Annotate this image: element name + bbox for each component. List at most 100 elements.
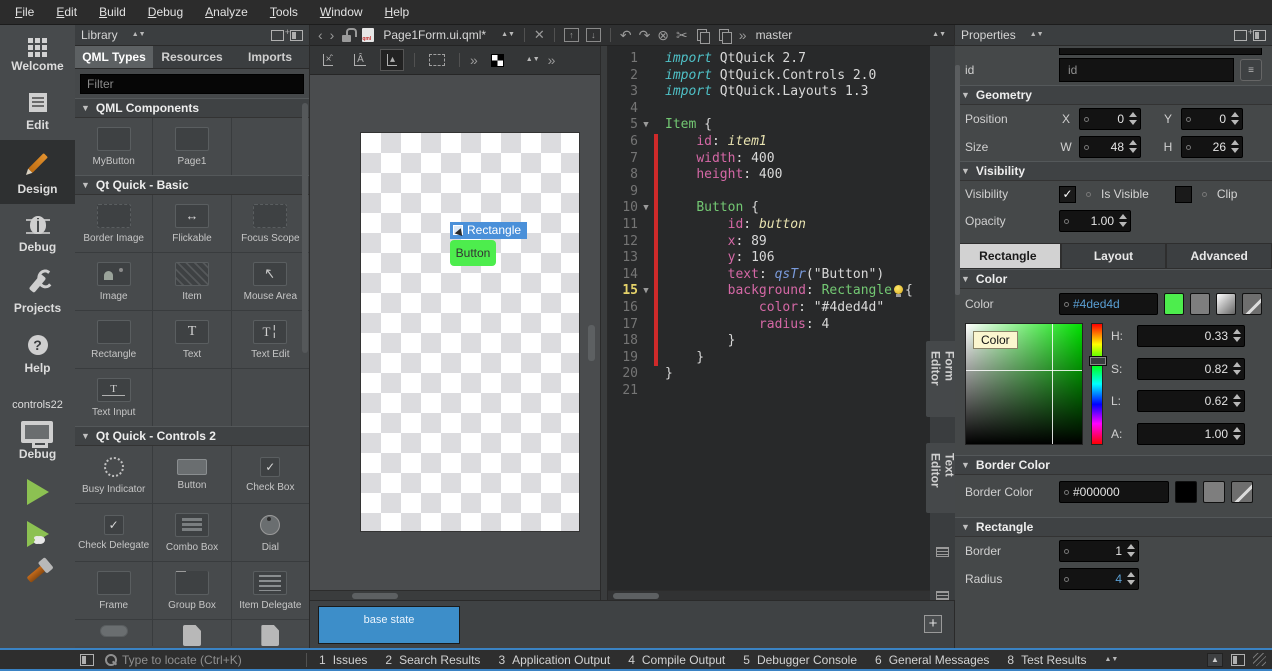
library-item-clipped[interactable] bbox=[153, 620, 230, 646]
form-horizontal-scrollbar[interactable] bbox=[310, 590, 600, 600]
color-swatch[interactable] bbox=[1164, 293, 1184, 315]
code-line[interactable]: 16 color: "#4ded4d" bbox=[608, 300, 930, 317]
library-item-busy-indicator[interactable]: Busy Indicator bbox=[75, 446, 152, 503]
tab-advanced[interactable]: Advanced bbox=[1166, 243, 1272, 269]
library-item-check-delegate[interactable]: Check Delegate bbox=[75, 504, 152, 561]
hue-slider-handle[interactable] bbox=[1089, 356, 1107, 366]
library-item-rectangle[interactable]: Rectangle bbox=[75, 311, 152, 368]
library-item-focus-scope[interactable]: Focus Scope bbox=[232, 195, 309, 252]
library-scrollbar[interactable] bbox=[302, 103, 308, 353]
code-line[interactable]: 8 height: 400 bbox=[608, 167, 930, 184]
output-pane-issues[interactable]: 1Issues bbox=[319, 653, 367, 667]
canvas-background-button[interactable] bbox=[486, 49, 510, 71]
code-line[interactable]: 4 bbox=[608, 101, 930, 118]
library-tab-resources[interactable]: Resources bbox=[153, 46, 231, 68]
library-item-combo-box[interactable]: Combo Box bbox=[153, 504, 230, 561]
clip-checkbox[interactable] bbox=[1175, 186, 1192, 203]
run-button[interactable] bbox=[27, 479, 49, 505]
id-options-button[interactable]: ≡ bbox=[1240, 59, 1262, 81]
library-item-check-box[interactable]: Check Box bbox=[232, 446, 309, 503]
show-bounding-rects-button[interactable] bbox=[425, 49, 449, 71]
goto-prev-icon[interactable]: ↑ bbox=[564, 28, 579, 42]
copy-icon[interactable] bbox=[695, 28, 710, 43]
editor-splitter[interactable] bbox=[600, 46, 608, 600]
border-transparent-mode-button[interactable] bbox=[1231, 481, 1253, 503]
output-pane-compile-output[interactable]: 4Compile Output bbox=[628, 653, 725, 667]
library-item-item-delegate[interactable]: Item Delegate bbox=[232, 562, 309, 619]
code-line[interactable]: 20} bbox=[608, 366, 930, 383]
position-x-spinbox[interactable]: 0 bbox=[1079, 108, 1141, 130]
document-mini-icon[interactable] bbox=[936, 591, 949, 600]
code-line[interactable]: 11 id: button bbox=[608, 217, 930, 234]
library-filter-input[interactable] bbox=[80, 74, 304, 94]
zoom-select-icon[interactable]: ▲▼ bbox=[526, 58, 540, 62]
tab-layout[interactable]: Layout bbox=[1061, 243, 1167, 269]
output-pane-debugger-console[interactable]: 5Debugger Console bbox=[743, 653, 857, 667]
locator[interactable] bbox=[104, 653, 294, 667]
properties-close-icon[interactable] bbox=[1253, 30, 1266, 41]
nav-back-icon[interactable]: ‹ bbox=[318, 26, 323, 44]
color-hex-input[interactable]: #4ded4d bbox=[1059, 293, 1158, 315]
library-item-text-input[interactable]: Text Input bbox=[75, 369, 152, 426]
close-document-icon[interactable]: ✕ bbox=[534, 26, 545, 44]
code-line[interactable]: 12 x: 89 bbox=[608, 234, 930, 251]
menu-edit[interactable]: Edit bbox=[45, 0, 88, 24]
window-resize-grip[interactable] bbox=[1253, 653, 1266, 666]
redo-icon[interactable]: ↷ bbox=[639, 26, 651, 44]
code-line[interactable]: 14 text: qsTr("Button") bbox=[608, 267, 930, 284]
saturation-lightness-picker[interactable]: Color bbox=[965, 323, 1083, 445]
code-line[interactable]: 21 bbox=[608, 383, 930, 400]
section-header-qt-quick-basic[interactable]: ▼Qt Quick - Basic bbox=[75, 175, 309, 195]
cut-icon[interactable]: ✂ bbox=[676, 26, 688, 44]
properties-scrollbar[interactable] bbox=[955, 65, 960, 295]
output-pane-general-messages[interactable]: 6General Messages bbox=[875, 653, 989, 667]
code-horizontal-scrollbar[interactable] bbox=[608, 590, 930, 600]
mode-edit[interactable]: Edit bbox=[0, 81, 75, 140]
library-tab-imports[interactable]: Imports bbox=[231, 46, 309, 68]
base-state-tile[interactable]: base state bbox=[318, 606, 460, 644]
code-line[interactable]: 15▼ background: Rectangle{ bbox=[608, 283, 930, 300]
code-line[interactable]: 17 radius: 4 bbox=[608, 317, 930, 334]
solid-color-mode-button[interactable] bbox=[1190, 293, 1210, 315]
library-item-button[interactable]: Button bbox=[153, 446, 230, 503]
menu-analyze[interactable]: Analyze bbox=[194, 0, 259, 24]
section-header-qml-components[interactable]: ▼QML Components bbox=[75, 98, 309, 118]
git-branch-label[interactable]: master bbox=[756, 28, 793, 42]
code-line[interactable]: 6 id: item1 bbox=[608, 134, 930, 151]
library-item-border-image[interactable]: Border Image bbox=[75, 195, 152, 252]
border-spinbox[interactable]: 1 bbox=[1059, 540, 1139, 562]
output-pane-test-results[interactable]: 8Test Results bbox=[1007, 653, 1086, 667]
undo-icon[interactable]: ↶ bbox=[620, 26, 632, 44]
fold-marker-icon[interactable]: ▼ bbox=[638, 283, 654, 300]
toolbar-overflow-icon[interactable]: » bbox=[739, 26, 747, 44]
mode-help[interactable]: ? Help bbox=[0, 323, 75, 383]
menu-tools[interactable]: Tools bbox=[259, 0, 309, 24]
fold-marker-icon[interactable]: ▼ bbox=[638, 200, 654, 217]
nav-forward-icon[interactable]: › bbox=[330, 26, 335, 44]
library-item-clipped[interactable] bbox=[232, 620, 309, 646]
code-line[interactable]: 9 bbox=[608, 184, 930, 201]
canvas-vertical-scrollbar[interactable] bbox=[588, 325, 595, 361]
snap-anchors-button[interactable]: Â bbox=[348, 49, 372, 71]
library-item-text-edit[interactable]: Text Edit bbox=[232, 311, 309, 368]
add-state-button[interactable]: + bbox=[924, 615, 942, 633]
branch-dropdown-icon[interactable]: ▲▼ bbox=[932, 33, 946, 37]
code-line[interactable]: 10▼ Button { bbox=[608, 200, 930, 217]
code-line[interactable]: 18 } bbox=[608, 333, 930, 350]
output-pane-search-results[interactable]: 2Search Results bbox=[385, 653, 480, 667]
opacity-spinbox[interactable]: 1.00 bbox=[1059, 210, 1131, 232]
code-line[interactable]: 2import QtQuick.Controls 2.0 bbox=[608, 68, 930, 85]
document-dropdown-icon[interactable]: ▲▼ bbox=[501, 33, 515, 37]
library-item-image[interactable]: Image bbox=[75, 253, 152, 310]
snap-no-anchors-button[interactable]: ▴ bbox=[380, 49, 404, 71]
mode-design[interactable]: Design bbox=[0, 140, 75, 204]
outline-icon[interactable] bbox=[936, 547, 949, 556]
code-line[interactable]: 5▼Item { bbox=[608, 117, 930, 134]
border-color-swatch[interactable] bbox=[1175, 481, 1197, 503]
saturation-spinbox[interactable]: 0.82 bbox=[1137, 358, 1245, 380]
section-header-qt-quick-controls-2[interactable]: ▼Qt Quick - Controls 2 bbox=[75, 426, 309, 446]
unlock-icon[interactable] bbox=[341, 28, 355, 43]
position-y-spinbox[interactable]: 0 bbox=[1181, 108, 1243, 130]
border-color-hex-input[interactable]: #000000 bbox=[1059, 481, 1169, 503]
transparent-mode-button[interactable] bbox=[1242, 293, 1262, 315]
